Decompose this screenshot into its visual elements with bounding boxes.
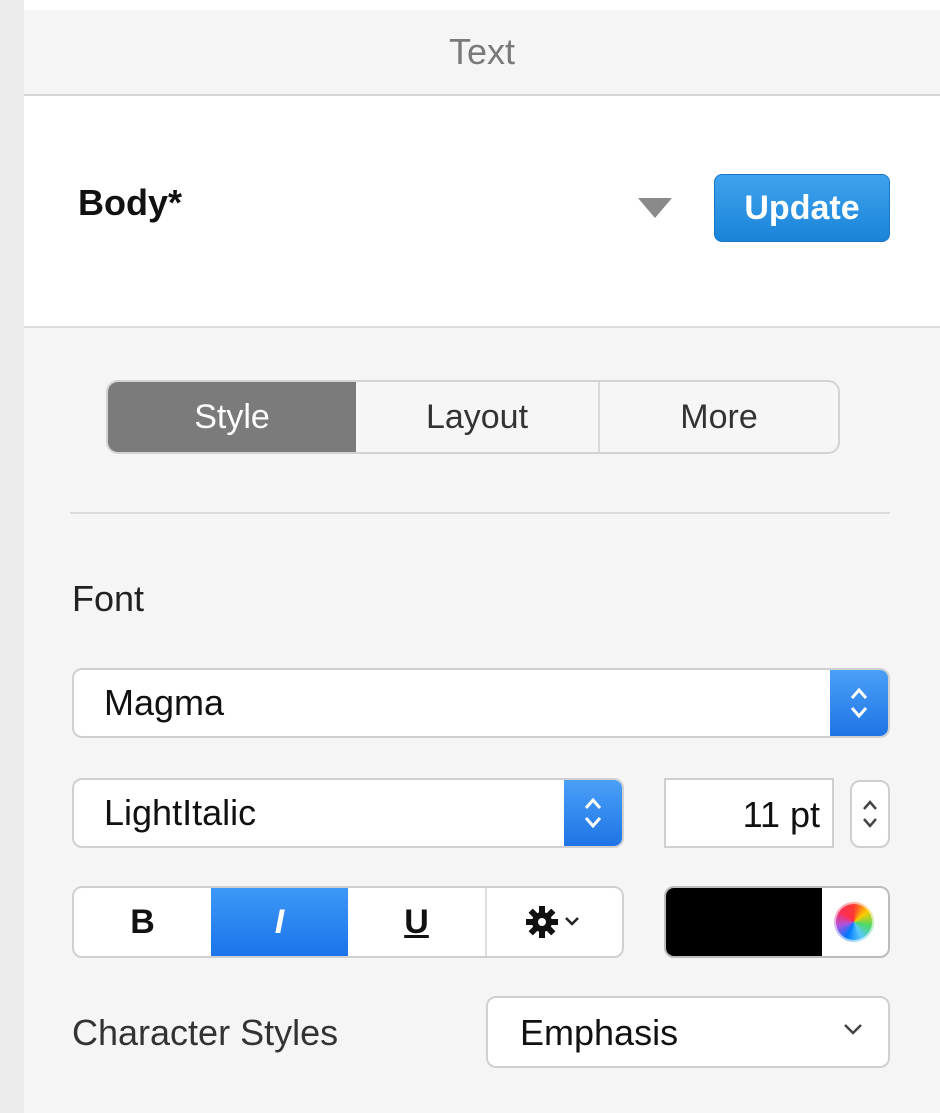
color-wheel-icon[interactable] <box>834 902 874 942</box>
character-styles-popup[interactable]: Emphasis <box>486 996 890 1068</box>
font-size-field[interactable]: 11 pt <box>664 778 834 848</box>
tab-layout[interactable]: Layout <box>356 382 598 452</box>
sidebar-edge <box>0 0 24 1113</box>
tab-more[interactable]: More <box>598 382 838 452</box>
text-color-well[interactable] <box>664 886 890 958</box>
up-down-chevron-icon <box>830 670 888 736</box>
paragraph-style-name[interactable]: Body* <box>78 182 182 224</box>
format-inspector: Text Body* Update Style Layout More Font… <box>24 0 940 1113</box>
inspector-title: Text <box>448 31 516 72</box>
text-options-button[interactable] <box>485 888 622 956</box>
font-size-stepper[interactable] <box>850 780 890 848</box>
paragraph-style-row[interactable]: Body* Update <box>24 96 940 328</box>
font-size-value: 11 pt <box>742 794 820 835</box>
font-family-value: Magma <box>104 682 225 723</box>
text-color-swatch[interactable] <box>666 888 822 956</box>
font-family-popup[interactable]: Magma <box>72 668 890 738</box>
top-edge <box>24 0 940 10</box>
section-divider <box>70 512 890 514</box>
triangle-down-icon[interactable] <box>638 198 672 218</box>
typeface-popup[interactable]: LightItalic <box>72 778 624 848</box>
up-down-chevron-icon <box>564 780 622 846</box>
character-style-value: Emphasis <box>520 1012 679 1053</box>
font-section-label: Font <box>72 578 145 619</box>
tab-style[interactable]: Style <box>108 382 356 452</box>
up-down-chevron-icon <box>863 800 877 828</box>
gear-icon <box>525 906 579 938</box>
inspector-header: Text <box>24 10 940 96</box>
bold-button[interactable]: B <box>74 888 211 956</box>
character-styles-label: Character Styles <box>72 1012 339 1053</box>
typeface-value: LightItalic <box>104 792 257 833</box>
update-button[interactable]: Update <box>714 174 890 242</box>
text-format-buttons: B I U <box>72 886 624 958</box>
italic-button[interactable]: I <box>211 888 348 956</box>
inspector-tabs: Style Layout More <box>106 380 840 454</box>
underline-button[interactable]: U <box>348 888 485 956</box>
chevron-down-icon <box>844 1024 862 1035</box>
